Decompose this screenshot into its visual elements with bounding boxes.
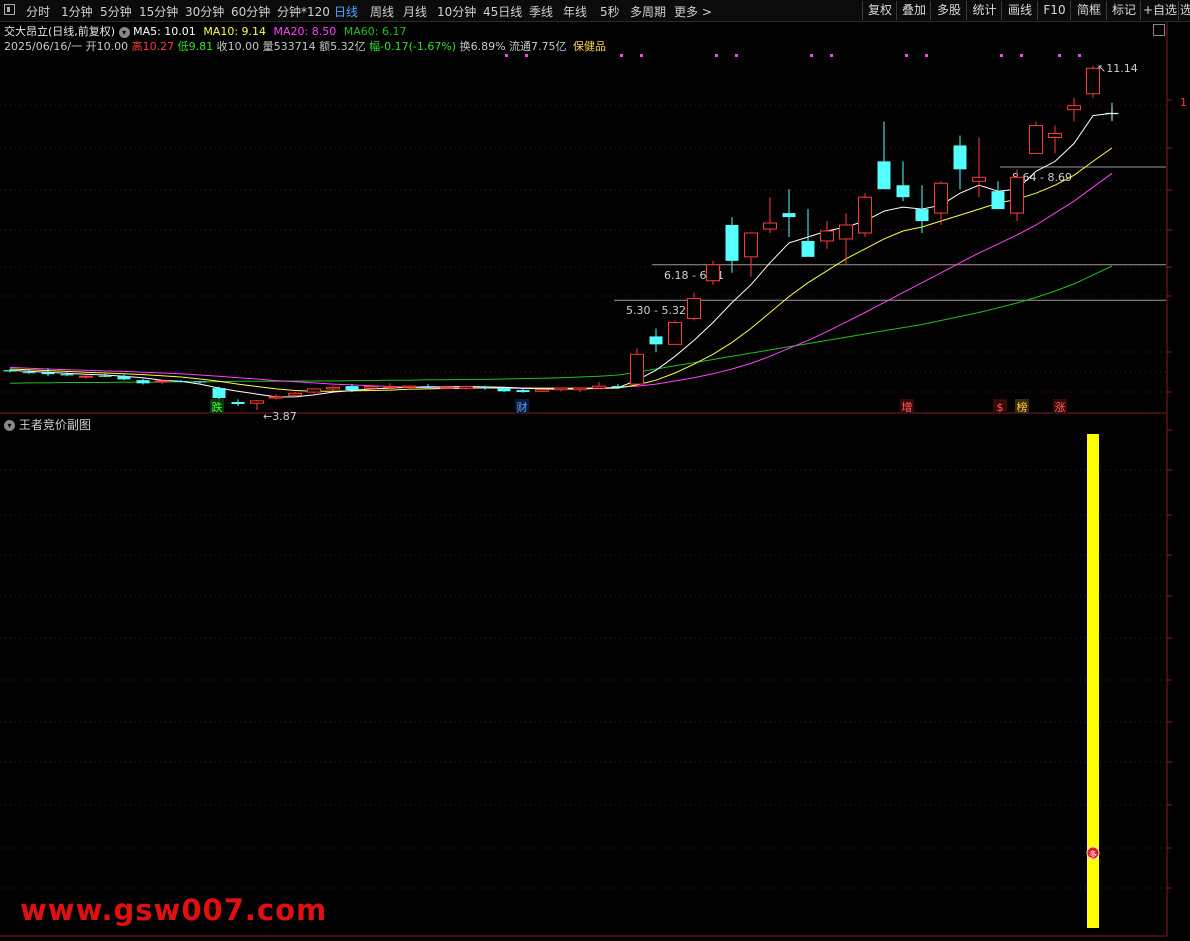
signal-badge-3: $ bbox=[997, 401, 1004, 414]
candle-body-8 bbox=[155, 380, 169, 383]
candle-body-47 bbox=[896, 185, 910, 198]
candle-body-1 bbox=[22, 372, 36, 374]
candle-body-51 bbox=[972, 176, 986, 182]
sub-chart-header: ▾ 王者竞价副图 bbox=[4, 416, 91, 433]
signal-dot-0 bbox=[505, 54, 508, 57]
panel-resize-icon[interactable] bbox=[1153, 24, 1165, 36]
candle-body-49 bbox=[934, 182, 948, 214]
signal-dot-1 bbox=[525, 54, 528, 57]
ma5-line bbox=[9, 112, 1113, 398]
candle-body-50 bbox=[953, 145, 967, 170]
candle-body-48 bbox=[915, 209, 929, 222]
candle-body-15 bbox=[288, 392, 302, 396]
kline-chart[interactable]: 18.64 - 8.696.18 - 6.215.30 - 5.32←3.87↖… bbox=[0, 0, 1190, 941]
subchart-marker-glyph: 多 bbox=[1089, 849, 1097, 859]
candle-body-4 bbox=[79, 375, 93, 378]
signal-badge-2: 增 bbox=[902, 400, 913, 414]
signal-badge-0: 跌 bbox=[212, 400, 223, 414]
candle-body-31 bbox=[592, 385, 606, 389]
candle-body-38 bbox=[725, 225, 739, 261]
candle-body-9 bbox=[174, 380, 188, 382]
candle-body-26 bbox=[497, 388, 511, 392]
candle-body-28 bbox=[535, 389, 549, 392]
candle-body-42 bbox=[801, 240, 815, 257]
price-level-label-2: 5.30 - 5.32 bbox=[626, 304, 686, 317]
candle-body-39 bbox=[744, 232, 758, 258]
candle-body-27 bbox=[516, 390, 530, 393]
candle-body-19 bbox=[364, 386, 378, 389]
signal-badge-4: 榜 bbox=[1017, 400, 1028, 414]
candle-body-7 bbox=[136, 380, 150, 384]
candle-body-24 bbox=[459, 386, 473, 389]
watermark: www.gsw007.com bbox=[20, 893, 328, 927]
signal-dot-11 bbox=[1020, 54, 1023, 57]
axis-tick-label: 1 bbox=[1180, 96, 1187, 109]
candle-body-29 bbox=[554, 387, 568, 391]
candle-body-0 bbox=[3, 370, 17, 372]
max-price-label: ↖11.14 bbox=[1097, 62, 1138, 75]
signal-dot-3 bbox=[640, 54, 643, 57]
candle-body-43 bbox=[820, 230, 834, 242]
ma60-line bbox=[9, 265, 1113, 384]
candle-body-32 bbox=[611, 386, 625, 388]
candle-body-14 bbox=[269, 396, 283, 399]
candle-body-34 bbox=[649, 336, 663, 345]
candle-body-21 bbox=[402, 385, 416, 388]
candle-body-30 bbox=[573, 387, 587, 391]
candle-body-55 bbox=[1048, 133, 1062, 139]
candle-body-54 bbox=[1029, 125, 1043, 154]
candle-body-17 bbox=[326, 386, 340, 390]
candle-body-37 bbox=[706, 264, 720, 282]
candle-body-53 bbox=[1010, 176, 1024, 214]
candle-body-2 bbox=[41, 372, 55, 375]
candle-body-23 bbox=[440, 386, 454, 389]
signal-dot-5 bbox=[735, 54, 738, 57]
subchart-dropdown-icon[interactable]: ▾ bbox=[4, 420, 15, 431]
candle-body-45 bbox=[858, 196, 872, 234]
candle-body-33 bbox=[630, 353, 644, 385]
candle-body-35 bbox=[668, 321, 682, 345]
signal-dot-9 bbox=[925, 54, 928, 57]
candle-body-44 bbox=[839, 224, 853, 240]
signal-dot-7 bbox=[830, 54, 833, 57]
candle-body-56 bbox=[1067, 105, 1081, 111]
signal-dot-4 bbox=[715, 54, 718, 57]
candle-body-25 bbox=[478, 387, 492, 389]
candle-body-16 bbox=[307, 388, 321, 393]
candle-body-18 bbox=[345, 386, 359, 391]
signal-dot-2 bbox=[620, 54, 623, 57]
candle-body-41 bbox=[782, 213, 796, 218]
candle-body-3 bbox=[60, 374, 74, 376]
candle-body-5 bbox=[98, 375, 112, 377]
sub-chart-title: 王者竞价副图 bbox=[18, 418, 91, 432]
candle-body-6 bbox=[117, 376, 131, 380]
candle-body-22 bbox=[421, 386, 435, 388]
min-price-label: ←3.87 bbox=[263, 410, 297, 423]
candle-body-20 bbox=[383, 386, 397, 389]
candle-body-46 bbox=[877, 161, 891, 190]
candle-body-36 bbox=[687, 298, 701, 320]
signal-badge-5: 涨 bbox=[1055, 401, 1066, 414]
candle-body-13 bbox=[250, 400, 264, 404]
candle-body-12 bbox=[231, 402, 245, 405]
candle-body-52 bbox=[991, 191, 1005, 210]
candle-body-10 bbox=[193, 381, 207, 383]
signal-dot-13 bbox=[1078, 54, 1081, 57]
signal-dot-6 bbox=[810, 54, 813, 57]
signal-dot-10 bbox=[1000, 54, 1003, 57]
signal-badge-1: 财 bbox=[517, 400, 528, 414]
signal-dot-12 bbox=[1058, 54, 1061, 57]
candle-body-11 bbox=[212, 388, 226, 399]
candle-body-40 bbox=[763, 222, 777, 230]
signal-dot-8 bbox=[905, 54, 908, 57]
